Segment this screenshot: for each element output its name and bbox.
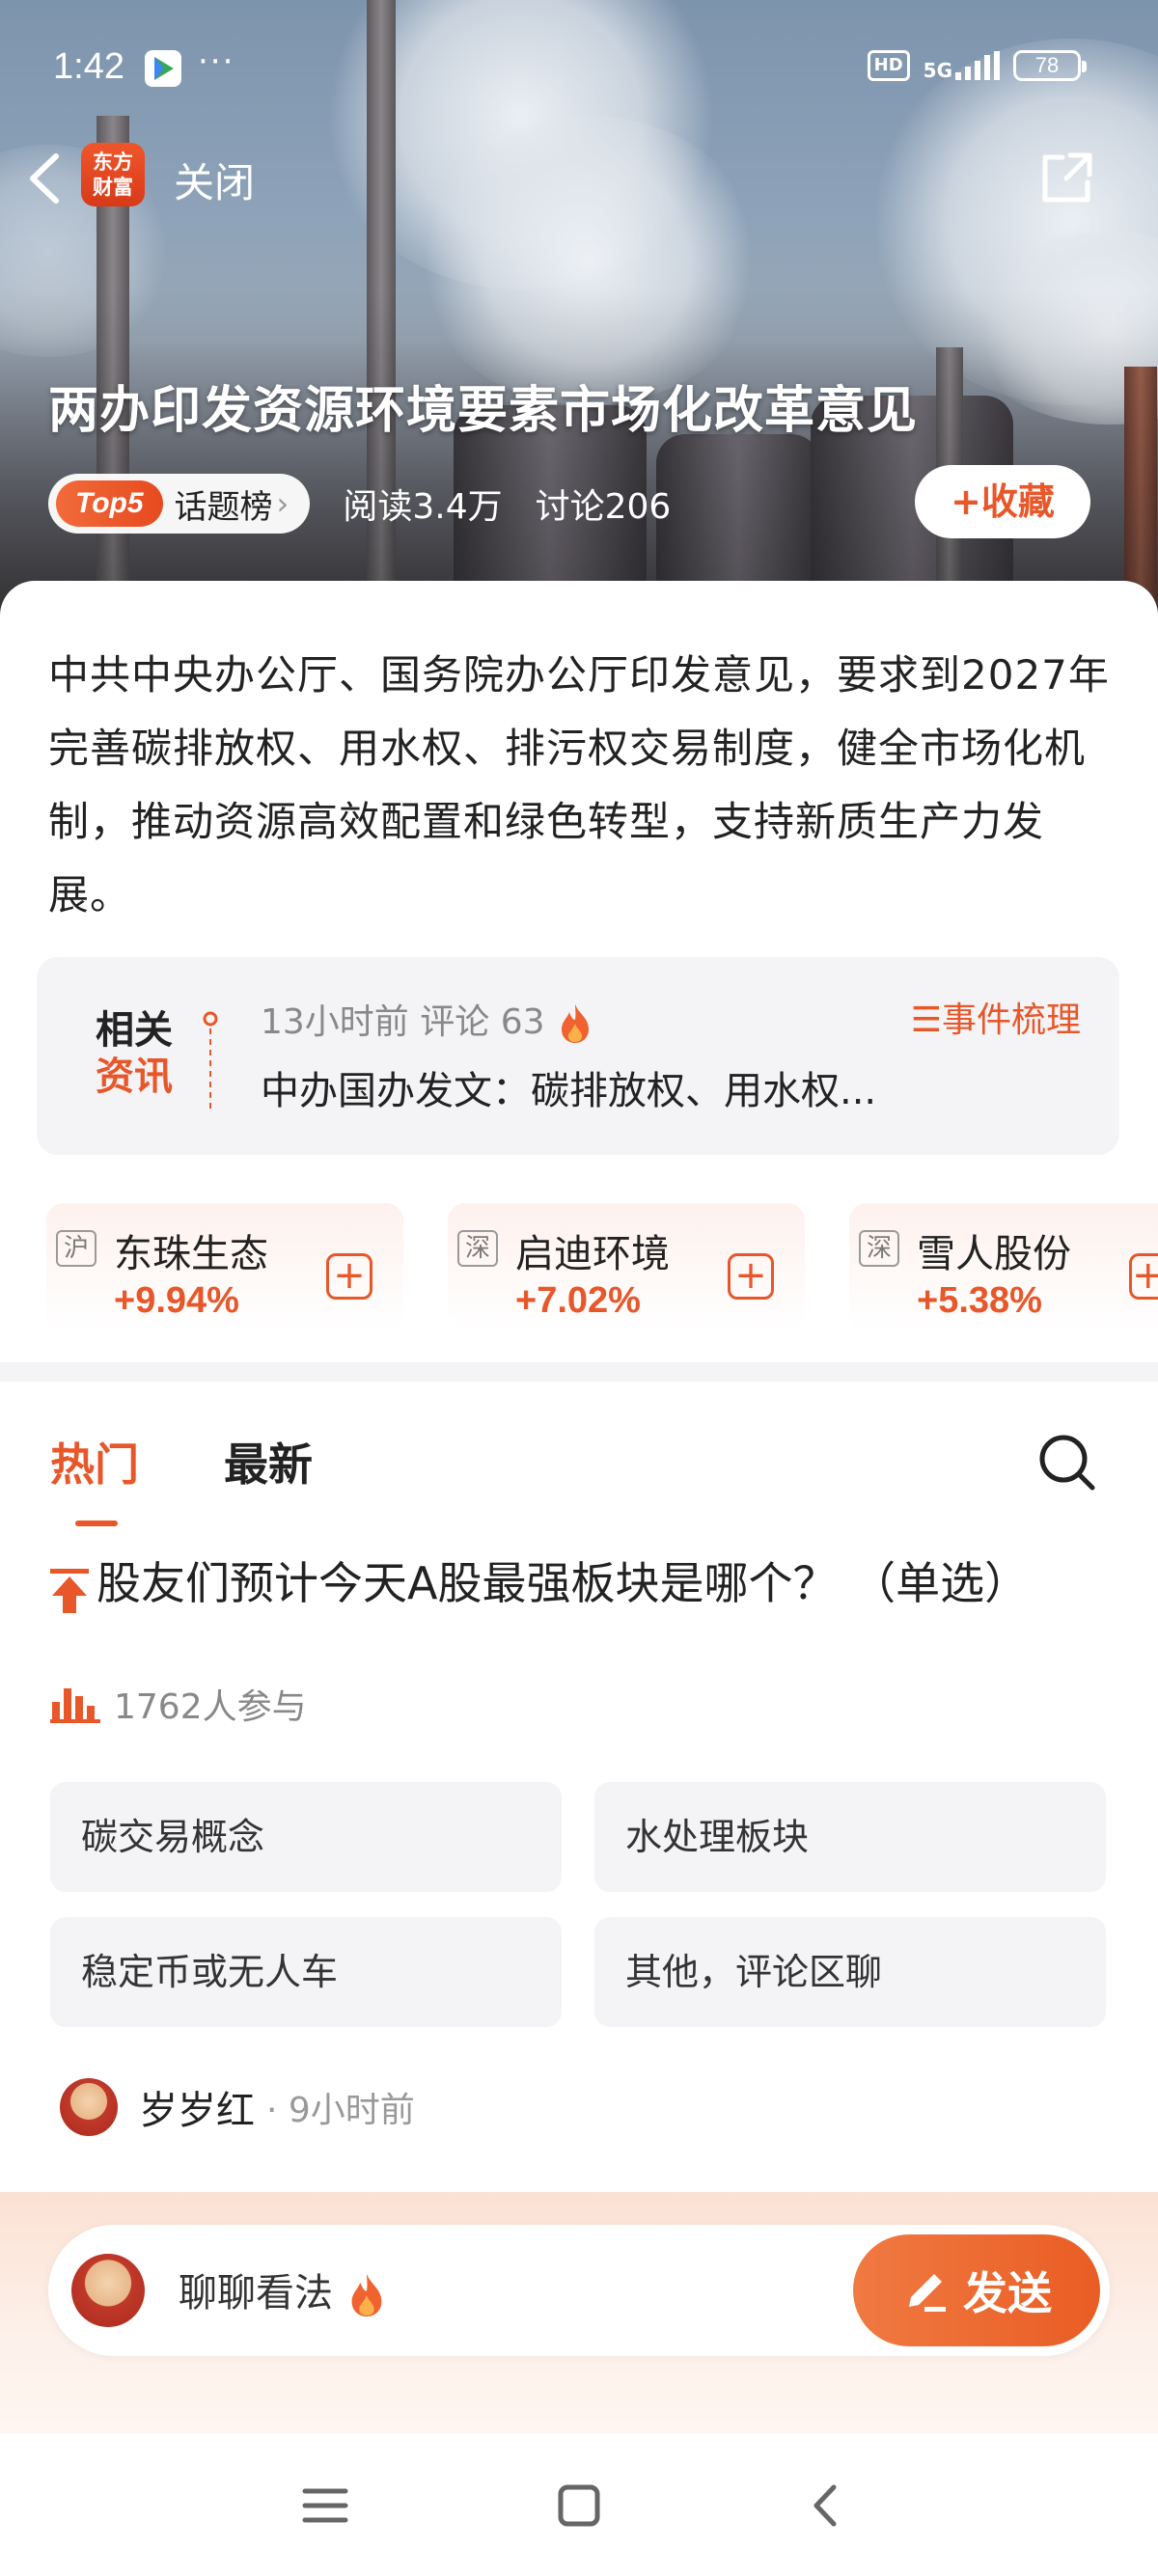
status-more-dots: ···: [198, 42, 235, 81]
content-area: 相关 资讯 13小时前 评论 63 ☰事件梳理 中办国办发文：碳排放权、用水权.…: [0, 928, 1158, 2192]
battery-icon: 78: [1013, 50, 1087, 81]
avatar: [71, 2254, 145, 2327]
topic-meta: Top5 话题榜 › 阅读3.4万 讨论206: [48, 473, 671, 534]
fire-icon: [561, 1004, 589, 1043]
related-news-headline[interactable]: 中办国办发文：碳排放权、用水权...: [261, 1059, 876, 1115]
stock-change: +5.38%: [917, 1280, 1042, 1321]
poll-title[interactable]: 股友们预计今天A股最强板块是哪个？ （单选）: [96, 1551, 1090, 1615]
topic-board-badge[interactable]: Top5 话题榜 ›: [48, 474, 311, 534]
topic-title: 两办印发资源环境要素市场化改革意见: [48, 382, 919, 440]
add-watchlist-button[interactable]: +: [1129, 1253, 1158, 1300]
share-button[interactable]: [1037, 150, 1095, 207]
chevron-left-icon: [30, 153, 59, 204]
feed-tabs: 热门 最新: [0, 1430, 1158, 1536]
related-news-label: 相关 资讯: [96, 1008, 173, 1099]
tab-hot[interactable]: 热门: [50, 1430, 139, 1494]
poll-option[interactable]: 水处理板块: [594, 1782, 1106, 1892]
stock-card[interactable]: 沪 东珠生态 +9.94% +: [46, 1203, 403, 1330]
comment-username[interactable]: 岁岁红: [139, 2079, 255, 2135]
top-rank-pill: Top5: [56, 480, 163, 527]
back-button[interactable]: [19, 145, 77, 212]
market-tag: 深: [859, 1230, 899, 1267]
timeline-icon: [203, 1011, 218, 1110]
home-button[interactable]: [545, 2472, 613, 2539]
home-icon: [558, 2484, 600, 2527]
stock-name: 东珠生态: [114, 1232, 268, 1276]
related-news-card[interactable]: 相关 资讯 13小时前 评论 63 ☰事件梳理 中办国办发文：碳排放权、用水权.…: [37, 957, 1119, 1155]
topic-board-label: 话题榜: [174, 487, 273, 527]
menu-icon: [302, 2488, 348, 2523]
signal-icon: 5G: [924, 51, 1000, 80]
fire-icon: [351, 2274, 382, 2316]
active-tab-indicator: [75, 1521, 118, 1526]
comment-input[interactable]: 聊聊看法 发送: [48, 2225, 1110, 2356]
summary-card: 中共中央办公厅、国务院办公厅印发意见，要求到2027年完善碳排放权、用水权、排污…: [0, 581, 1158, 928]
poll-participants: 1762人参与: [50, 1679, 307, 1729]
menu-button[interactable]: [291, 2472, 359, 2539]
comment-input-bar: 聊聊看法 发送: [0, 2192, 1158, 2433]
app-logo: 东方 财富: [81, 143, 145, 206]
stock-name: 启迪环境: [515, 1232, 670, 1276]
comment-time: · 9小时前: [266, 2091, 415, 2130]
system-nav-bar: [0, 2433, 1158, 2576]
search-button[interactable]: [1036, 1432, 1098, 1494]
market-tag: 沪: [56, 1230, 96, 1267]
comment-placeholder: 聊聊看法: [179, 2261, 388, 2320]
back-icon: [813, 2484, 837, 2527]
stock-card[interactable]: 深 雪人股份 +5.38% +: [849, 1203, 1158, 1330]
discussion-count: 讨论206: [535, 487, 672, 527]
stock-change: +7.02%: [515, 1280, 641, 1321]
send-button[interactable]: 发送: [853, 2234, 1100, 2346]
close-button[interactable]: 关闭: [174, 151, 255, 209]
share-icon: [1042, 152, 1092, 203]
tab-latest[interactable]: 最新: [224, 1430, 313, 1494]
related-stocks: 沪 东珠生态 +9.94% + 深 启迪环境 +7.02% + 深 雪人股份 +…: [0, 1203, 1158, 1357]
hd-badge: HD: [867, 50, 910, 81]
stock-change: +9.94%: [114, 1280, 239, 1321]
pinned-arrow-icon: [50, 1569, 89, 1613]
comment-preview[interactable]: 岁岁红 · 9小时前: [60, 2078, 415, 2136]
favorite-button[interactable]: +收藏: [915, 465, 1090, 538]
add-watchlist-button[interactable]: +: [728, 1253, 774, 1300]
read-count: 阅读3.4万: [343, 487, 503, 527]
system-back-button[interactable]: [793, 2472, 861, 2539]
event-timeline-link[interactable]: ☰事件梳理: [911, 992, 1081, 1042]
search-icon: [1039, 1435, 1095, 1491]
stock-name: 雪人股份: [917, 1232, 1071, 1276]
bar-chart-icon: [50, 1688, 100, 1723]
related-news-meta: 13小时前 评论 63: [261, 994, 594, 1045]
stock-card[interactable]: 深 启迪环境 +7.02% +: [448, 1203, 805, 1330]
avatar[interactable]: [60, 2078, 118, 2136]
section-divider: [0, 1362, 1158, 1382]
market-tag: 深: [457, 1230, 498, 1267]
add-watchlist-button[interactable]: +: [326, 1253, 372, 1300]
poll-option[interactable]: 稳定币或无人车: [50, 1917, 562, 2027]
poll-option[interactable]: 碳交易概念: [50, 1782, 562, 1892]
play-store-icon: [145, 50, 181, 87]
status-time: 1:42: [53, 46, 124, 87]
chevron-right-icon: ›: [276, 485, 290, 522]
status-bar: 1:42 ··· HD 5G 78: [0, 0, 1158, 135]
pen-icon: [909, 2274, 946, 2312]
poll-option[interactable]: 其他，评论区聊: [594, 1917, 1106, 2027]
summary-text: 中共中央办公厅、国务院办公厅印发意见，要求到2027年完善碳排放权、用水权、排污…: [48, 651, 1110, 918]
